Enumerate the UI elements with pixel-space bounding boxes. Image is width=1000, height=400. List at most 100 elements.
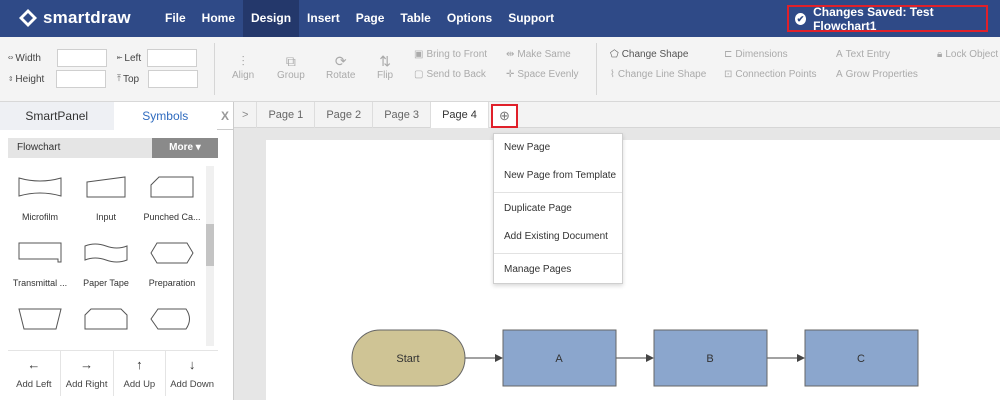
symbol-paper-tape[interactable]: Paper Tape <box>74 232 138 292</box>
symbol-punched-card[interactable]: Punched Ca... <box>140 166 204 226</box>
change-shape-icon: ⬠ <box>610 49 619 60</box>
arrow-left-icon: ← <box>27 357 41 372</box>
toolbar-separator <box>214 43 215 95</box>
flowchart: Start A B C <box>351 329 919 387</box>
plus-circle-icon: ⊕ <box>499 108 510 123</box>
dimensions-icon: ⊏ <box>724 49 733 60</box>
save-status: ✔ Changes Saved: Test Flowchart1 <box>787 4 988 33</box>
menu-add-existing-document[interactable]: Add Existing Document <box>504 231 608 242</box>
symbol-microfilm[interactable]: Microfilm <box>8 166 72 226</box>
top-control: ⤒ Top <box>117 70 199 88</box>
add-page-button[interactable]: ⊕ <box>491 104 518 128</box>
design-toolbar: ⇔ Width ⇕ Height ⇤ Left ⤒ Top ⫶ Align ⧉ … <box>0 37 1000 102</box>
width-input[interactable] <box>56 49 107 67</box>
menu-new-page[interactable]: New Page <box>504 142 550 153</box>
left-input[interactable] <box>147 49 198 67</box>
manual-operation-shape-icon <box>18 308 62 330</box>
symbol-input[interactable]: Input <box>74 166 138 226</box>
send-to-back-label: Send to Back <box>426 69 486 80</box>
tab-symbols[interactable]: Symbols <box>113 102 218 130</box>
add-up-button[interactable]: ↑ Add Up <box>114 351 167 396</box>
node-c-label: C <box>857 353 865 365</box>
bring-to-front-label: Bring to Front <box>426 49 488 60</box>
bring-to-front-button[interactable]: ▣ Bring to Front <box>414 49 487 60</box>
menu-support[interactable]: Support <box>500 0 562 37</box>
loop-limit-shape-icon <box>84 308 128 330</box>
connection-points-button[interactable]: ⊡ Connection Points <box>724 69 817 80</box>
align-button[interactable]: ⫶ Align <box>232 52 254 81</box>
tab-page-4[interactable]: Page 4 <box>431 102 489 128</box>
text-entry-button[interactable]: A Text Entry <box>836 49 890 60</box>
text-entry-icon: A <box>836 49 843 60</box>
menu-manage-pages[interactable]: Manage Pages <box>504 264 571 275</box>
menu-divider <box>494 192 622 193</box>
dimensions-button[interactable]: ⊏ Dimensions <box>724 49 788 60</box>
group-icon: ⧉ <box>285 53 296 69</box>
menu-file[interactable]: File <box>157 0 194 37</box>
add-down-label: Add Down <box>170 379 215 390</box>
flip-icon: ⇅ <box>379 53 391 69</box>
make-same-button[interactable]: ⇹ Make Same <box>506 49 571 60</box>
height-control: ⇕ Height <box>8 70 107 88</box>
arrow-right-icon: → <box>80 357 94 372</box>
symbol-loop-limit[interactable] <box>74 298 138 346</box>
menu-design[interactable]: Design <box>243 0 300 37</box>
microfilm-shape-icon <box>18 177 62 197</box>
flip-button[interactable]: ⇅ Flip <box>377 52 393 81</box>
symbol-preparation[interactable]: Preparation <box>140 232 204 292</box>
panel-tabs: SmartPanel Symbols X <box>0 102 233 130</box>
app-logo[interactable]: smartdraw <box>18 8 131 28</box>
symbol-scrollbar-thumb[interactable] <box>206 224 214 266</box>
left-icon: ⇤ <box>117 53 123 63</box>
menu-home[interactable]: Home <box>194 0 243 37</box>
menu-page[interactable]: Page <box>348 0 393 37</box>
height-input[interactable] <box>56 70 107 88</box>
menu-table[interactable]: Table <box>392 0 438 37</box>
make-same-icon: ⇹ <box>506 49 515 60</box>
rotate-button[interactable]: ⟳ Rotate <box>326 52 355 81</box>
send-to-back-button[interactable]: ▢ Send to Back <box>414 69 486 80</box>
symbol-label: Microfilm <box>22 212 58 222</box>
menu-insert[interactable]: Insert <box>299 0 348 37</box>
symbol-manual-operation[interactable] <box>8 298 72 346</box>
symbol-transmittal[interactable]: Transmittal ... <box>8 232 72 292</box>
library-header: Flowchart More ▾ <box>8 138 218 158</box>
menu-new-page-from-template[interactable]: New Page from Template <box>504 170 616 181</box>
add-down-button[interactable]: ↓ Add Down <box>166 351 218 396</box>
transmittal-shape-icon <box>18 242 62 263</box>
symbol-display[interactable] <box>140 298 204 346</box>
arrow-up-icon: ↑ <box>136 357 143 372</box>
group-button[interactable]: ⧉ Group <box>277 52 305 81</box>
menu-options[interactable]: Options <box>439 0 500 37</box>
grow-properties-button[interactable]: A Grow Properties <box>836 69 918 80</box>
tab-page-2[interactable]: Page 2 <box>315 102 374 128</box>
menu-duplicate-page[interactable]: Duplicate Page <box>504 203 572 214</box>
main-menu: File Home Design Insert Page Table Optio… <box>157 0 562 37</box>
add-left-button[interactable]: ← Add Left <box>8 351 61 396</box>
change-line-shape-button[interactable]: ⌇ Change Line Shape <box>610 69 706 80</box>
rotate-icon: ⟳ <box>334 53 347 69</box>
tab-page-3[interactable]: Page 3 <box>373 102 432 128</box>
grow-properties-label: Grow Properties <box>845 69 918 80</box>
symbol-grid: Microfilm Input Punched Ca... Transmitta… <box>8 166 216 346</box>
toolbar-separator <box>596 43 597 95</box>
more-libraries-button[interactable]: More ▾ <box>152 138 218 158</box>
smart-panel: SmartPanel Symbols X Flowchart More ▾ Mi… <box>0 102 234 400</box>
close-panel-button[interactable]: X <box>217 102 233 130</box>
make-same-label: Make Same <box>517 49 571 60</box>
group-label: Group <box>277 70 305 81</box>
arrow-down-icon: ↓ <box>188 357 196 372</box>
library-name: Flowchart <box>17 142 61 153</box>
input-shape-icon <box>86 176 126 198</box>
add-right-button[interactable]: → Add Right <box>61 351 114 396</box>
tab-page-1[interactable]: Page 1 <box>257 102 316 128</box>
change-shape-button[interactable]: ⬠ Change Shape <box>610 49 688 60</box>
space-evenly-button[interactable]: ✛ Space Evenly <box>506 69 579 80</box>
change-shape-label: Change Shape <box>621 49 689 60</box>
save-status-text: Changes Saved: Test Flowchart1 <box>813 4 934 33</box>
lock-object-button[interactable]: 🔒︎ Lock Object <box>937 49 998 60</box>
tab-smartpanel[interactable]: SmartPanel <box>0 102 114 130</box>
width-icon: ⇔ <box>8 53 14 63</box>
page-scroll-button[interactable]: > <box>234 102 258 128</box>
top-input[interactable] <box>148 70 199 88</box>
